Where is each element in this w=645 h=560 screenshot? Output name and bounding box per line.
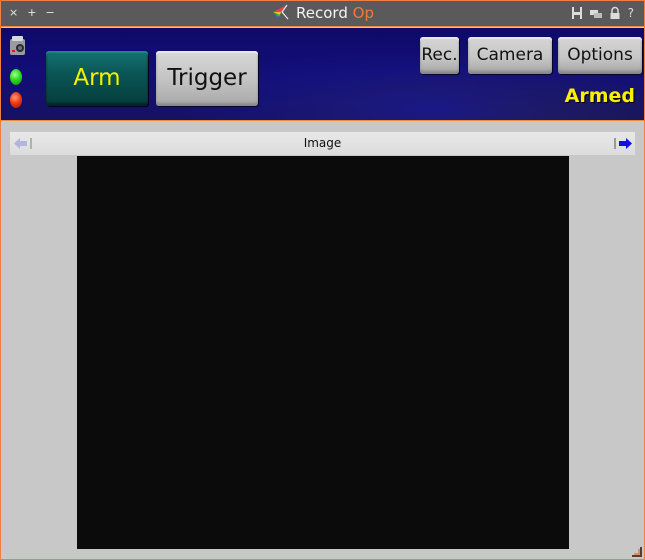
options-button[interactable]: Options <box>558 37 642 74</box>
camera-button[interactable]: Camera <box>468 37 552 74</box>
save-icon[interactable] <box>571 6 583 20</box>
window-title: Record Op <box>1 4 644 23</box>
app-logo-icon <box>273 4 289 20</box>
camera-icon[interactable] <box>9 35 26 57</box>
windows-icon[interactable] <box>589 6 602 20</box>
arm-button[interactable]: Arm <box>46 51 148 106</box>
image-viewer-title: Image <box>303 136 342 150</box>
status-led-red <box>10 92 22 108</box>
rec-button[interactable]: Rec. <box>420 37 459 74</box>
control-panel: Arm Trigger Rec. Camera Options Armed <box>1 28 644 121</box>
lock-icon[interactable] <box>609 6 621 20</box>
next-arrow-icon[interactable] <box>613 137 633 150</box>
title-actions: ? <box>571 6 634 20</box>
trigger-button[interactable]: Trigger <box>156 51 258 106</box>
title-bar[interactable]: × + − Record Op ? <box>1 1 644 27</box>
record-op-window: × + − Record Op ? Arm Trigger Rec. Camer… <box>0 0 645 560</box>
title-accent: Op <box>352 4 374 22</box>
image-display[interactable] <box>77 156 569 549</box>
help-icon[interactable]: ? <box>628 6 634 20</box>
status-label: Armed <box>564 85 635 107</box>
status-led-green <box>10 69 22 85</box>
title-main: Record <box>296 4 348 22</box>
resize-grip-icon[interactable] <box>631 546 643 558</box>
image-viewer-header: Image <box>10 132 635 155</box>
